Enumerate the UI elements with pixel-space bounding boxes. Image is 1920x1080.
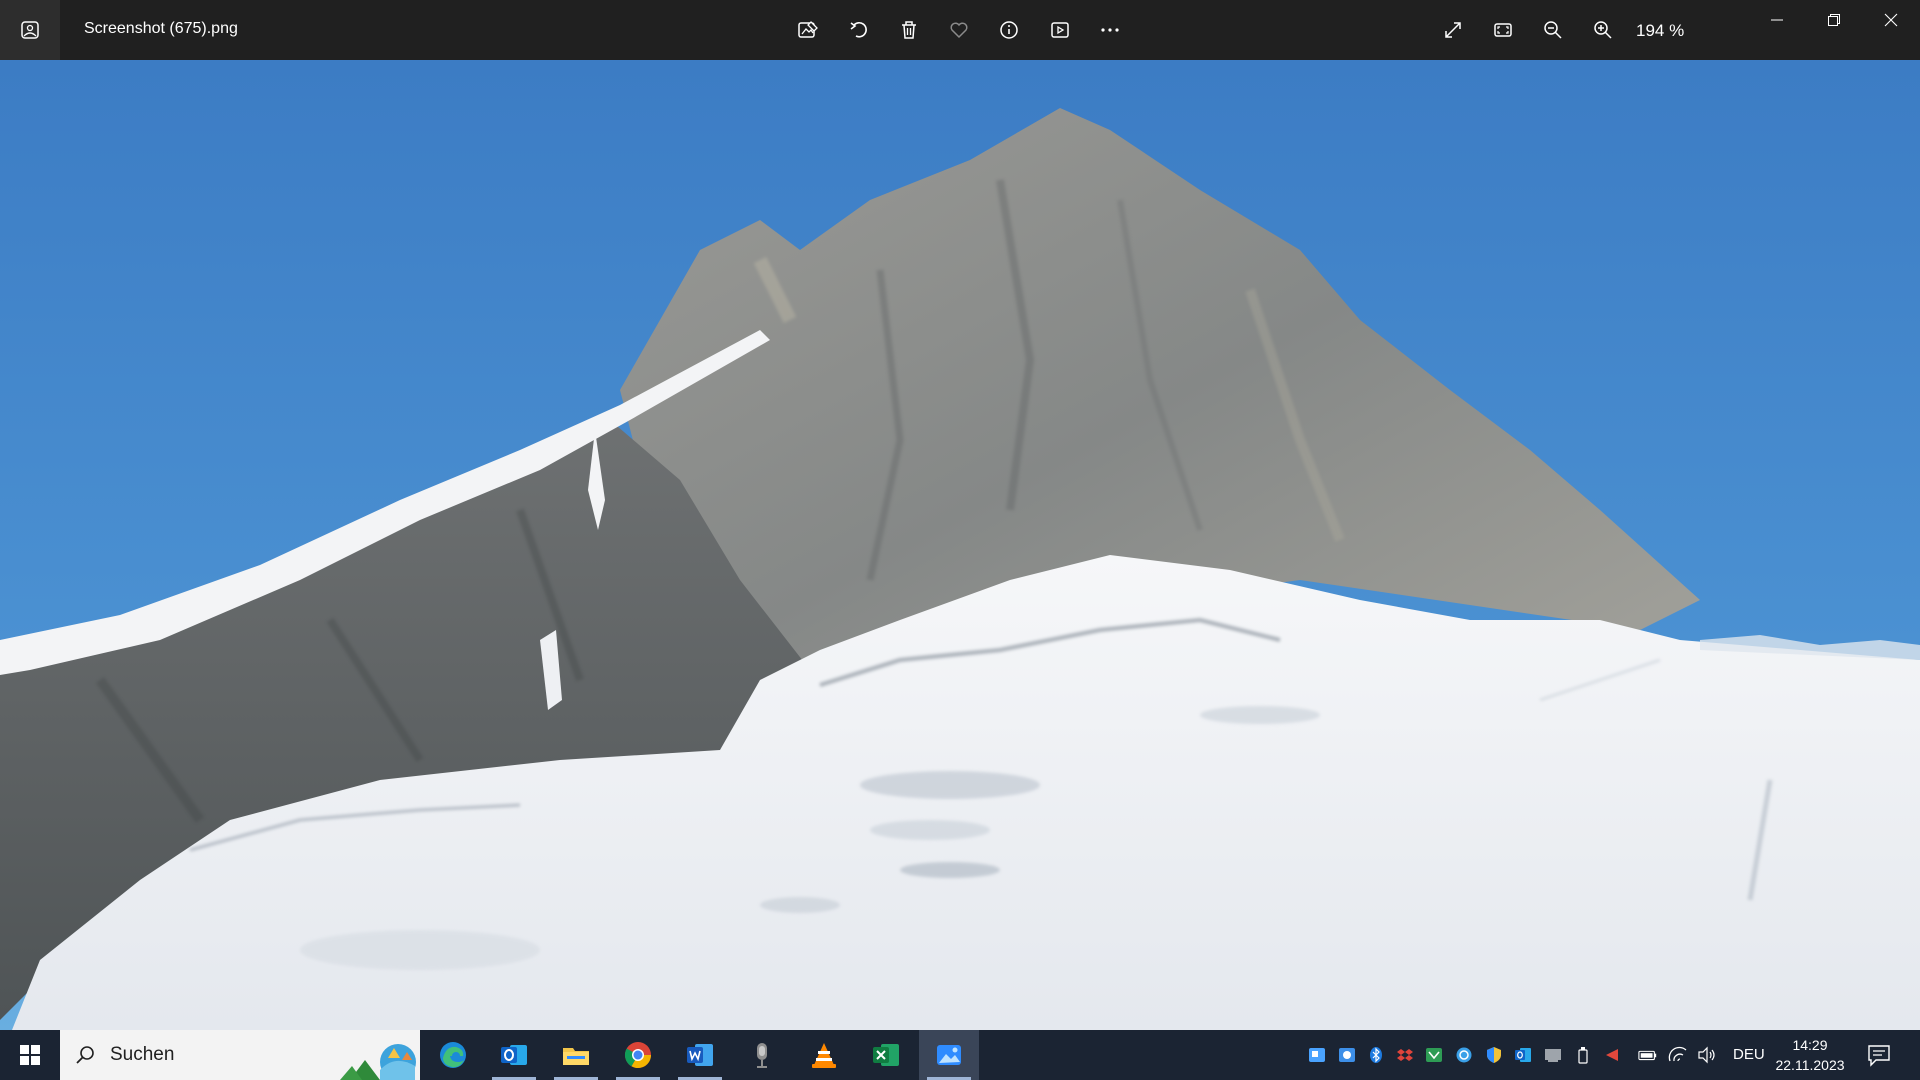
clock[interactable]: 14:29 22.11.2023 xyxy=(1775,1035,1845,1075)
taskbar-app-word[interactable] xyxy=(670,1030,730,1080)
delete-icon xyxy=(902,21,916,39)
close-icon xyxy=(1884,13,1898,27)
image-viewport[interactable] xyxy=(0,60,1920,1030)
vlc-icon xyxy=(812,1043,836,1068)
minimize-icon xyxy=(1771,19,1783,21)
clock-date: 22.11.2023 xyxy=(1775,1057,1845,1073)
file-name-title: Screenshot (675).png xyxy=(84,20,238,37)
info-icon xyxy=(1000,21,1018,39)
restore-icon xyxy=(1828,14,1840,26)
tray-app-5-icon xyxy=(1426,1048,1442,1062)
tray-app-icon[interactable] xyxy=(1454,1045,1474,1065)
edit-image-button[interactable] xyxy=(788,10,828,50)
zoom-in-icon xyxy=(1594,21,1612,39)
tray-battery[interactable] xyxy=(1638,1045,1658,1065)
slideshow-icon xyxy=(1051,22,1069,38)
search-highlight-illustration xyxy=(310,1030,420,1080)
notification-center-button[interactable] xyxy=(1866,1043,1892,1067)
tray-outlook[interactable] xyxy=(1513,1045,1533,1065)
outlook-tray-icon xyxy=(1515,1048,1531,1062)
tray-app-icon[interactable] xyxy=(1424,1045,1444,1065)
zoom-out-icon xyxy=(1544,21,1562,39)
search-placeholder: Suchen xyxy=(110,1044,175,1065)
close-button[interactable] xyxy=(1863,0,1919,40)
taskbar-search-box[interactable]: Suchen xyxy=(60,1030,420,1080)
taskbar-app-outlook[interactable] xyxy=(484,1030,544,1080)
fullscreen-button[interactable] xyxy=(1433,10,1473,50)
edit-image-icon xyxy=(798,21,818,38)
favorite-button[interactable] xyxy=(939,10,979,50)
minimize-button[interactable] xyxy=(1749,0,1805,40)
favorite-icon xyxy=(950,22,968,39)
usb-icon xyxy=(1578,1047,1588,1064)
fullscreen-icon xyxy=(1445,22,1461,38)
tray-wifi[interactable] xyxy=(1668,1045,1688,1065)
tray-app-icon[interactable] xyxy=(1602,1045,1622,1065)
tray-bluetooth[interactable] xyxy=(1366,1045,1386,1065)
taskbar-app-chrome[interactable] xyxy=(608,1030,668,1080)
taskbar-app-edge[interactable] xyxy=(423,1030,483,1080)
info-button[interactable] xyxy=(989,10,1029,50)
bluetooth-icon xyxy=(1370,1047,1382,1063)
tray-app-icon[interactable] xyxy=(1337,1045,1357,1065)
mountain-photo xyxy=(0,60,1920,1030)
tray-dropbox[interactable] xyxy=(1395,1045,1415,1065)
microphone-icon xyxy=(757,1043,767,1068)
tray-app-icon[interactable] xyxy=(1543,1045,1563,1065)
windows-logo-icon xyxy=(20,1045,40,1065)
chrome-icon xyxy=(624,1042,652,1069)
wifi-icon xyxy=(1668,1046,1687,1062)
tray-volume[interactable] xyxy=(1697,1045,1717,1065)
notification-icon xyxy=(1868,1045,1890,1067)
dropbox-icon xyxy=(1397,1049,1413,1061)
photos-app-icon xyxy=(937,1045,961,1065)
tray-usb[interactable] xyxy=(1573,1045,1593,1065)
excel-icon xyxy=(873,1044,899,1066)
tray-app-icon[interactable] xyxy=(1307,1045,1327,1065)
more-options-button[interactable] xyxy=(1090,10,1130,50)
taskbar-app-vlc[interactable] xyxy=(794,1030,854,1080)
fit-to-window-button[interactable] xyxy=(1483,10,1523,50)
zoom-level[interactable]: 194 % xyxy=(1636,21,1684,41)
edge-icon xyxy=(440,1042,466,1068)
taskbar: Suchen DEU 14:29 22.11.2023 xyxy=(0,1030,1920,1080)
zoom-out-button[interactable] xyxy=(1533,10,1573,50)
tray-app-1-icon xyxy=(1309,1048,1325,1062)
taskbar-app-file-explorer[interactable] xyxy=(546,1030,606,1080)
tray-security[interactable] xyxy=(1484,1045,1504,1065)
taskbar-app-photos[interactable] xyxy=(919,1030,979,1080)
volume-icon xyxy=(1698,1046,1715,1064)
tray-app-6-icon xyxy=(1456,1047,1472,1063)
slideshow-button[interactable] xyxy=(1040,10,1080,50)
battery-icon xyxy=(1638,1050,1657,1061)
word-icon xyxy=(687,1044,713,1066)
search-icon xyxy=(76,1046,94,1064)
clock-time: 14:29 xyxy=(1792,1037,1828,1053)
rotate-icon xyxy=(850,21,867,38)
rotate-button[interactable] xyxy=(839,10,879,50)
delete-button[interactable] xyxy=(889,10,929,50)
more-icon xyxy=(1101,28,1119,32)
fit-to-window-icon xyxy=(1494,23,1512,37)
photos-icon xyxy=(21,21,39,39)
tray-app-2-icon xyxy=(1339,1048,1355,1062)
tray-app-11-icon xyxy=(1606,1049,1618,1061)
shield-icon xyxy=(1487,1047,1501,1063)
tray-app-9-icon xyxy=(1545,1049,1561,1062)
input-language[interactable]: DEU xyxy=(1733,1046,1765,1063)
zoom-in-button[interactable] xyxy=(1583,10,1623,50)
folder-icon xyxy=(563,1048,589,1065)
outlook-icon xyxy=(501,1045,527,1065)
start-button[interactable] xyxy=(0,1030,60,1080)
taskbar-app-excel[interactable] xyxy=(856,1030,916,1080)
restore-button[interactable] xyxy=(1806,0,1862,40)
taskbar-app-voice-recorder[interactable] xyxy=(732,1030,792,1080)
photos-app-icon[interactable] xyxy=(0,0,60,60)
title-bar: Screenshot (675).png 194 % xyxy=(0,0,1920,60)
